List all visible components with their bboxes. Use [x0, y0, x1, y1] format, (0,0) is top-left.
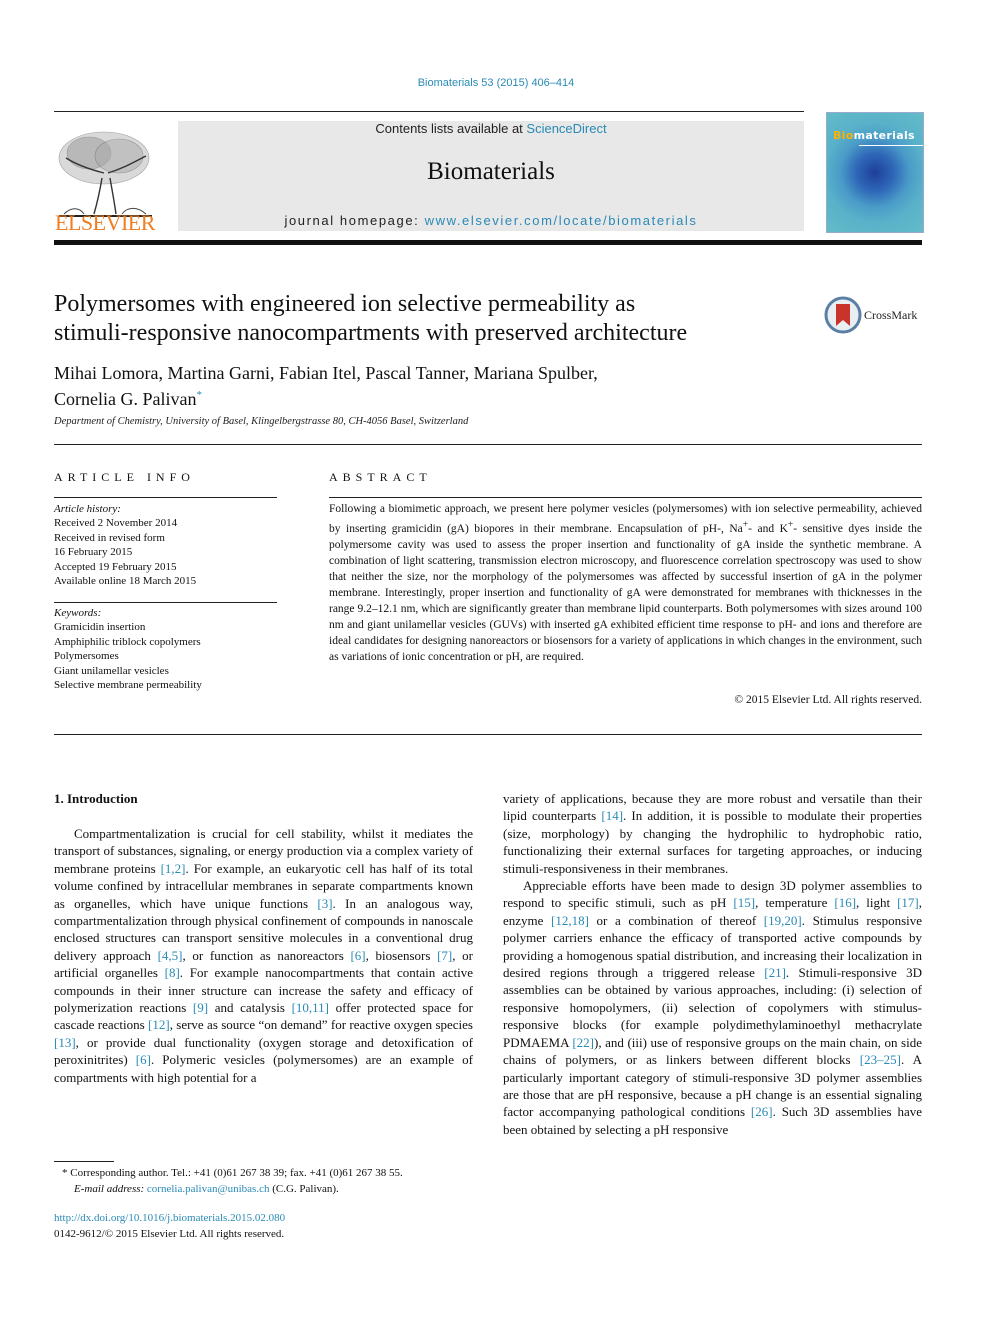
- issn-copyright: 0142-9612/© 2015 Elsevier Ltd. All right…: [54, 1228, 285, 1240]
- contents-line: Contents lists available at ScienceDirec…: [178, 121, 804, 136]
- history-item: 16 February 2015: [54, 546, 133, 559]
- contents-prefix: Contents lists available at: [375, 121, 527, 136]
- history-label: Article history:: [54, 503, 121, 515]
- citation-link[interactable]: [12,18]: [551, 913, 589, 928]
- corresponding-author-name: Cornelia G. Palivan: [54, 389, 197, 409]
- journal-citation-link[interactable]: Biomaterials 53 (2015) 406–414: [0, 77, 992, 89]
- doi-link[interactable]: http://dx.doi.org/10.1016/j.biomaterials…: [54, 1210, 484, 1226]
- masthead-banner: Contents lists available at ScienceDirec…: [178, 121, 804, 231]
- history-item: Available online 18 March 2015: [54, 575, 197, 588]
- crossmark-label: CrossMark: [864, 308, 918, 322]
- citation-link[interactable]: [16]: [834, 895, 856, 910]
- homepage-line: journal homepage: www.elsevier.com/locat…: [178, 213, 804, 228]
- abstract-part: - sensitive dyes inside the polymersome …: [329, 522, 922, 663]
- citation-link[interactable]: [26]: [751, 1104, 773, 1119]
- author-list: Mihai Lomora, Martina Garni, Fabian Itel…: [54, 362, 754, 410]
- citation-link[interactable]: [21]: [764, 965, 786, 980]
- authors-line-1: Mihai Lomora, Martina Garni, Fabian Itel…: [54, 363, 598, 383]
- article-title: Polymersomes with engineered ion selecti…: [54, 290, 814, 348]
- keywords-label: Keywords:: [54, 607, 102, 619]
- paragraph: Compartmentalization is crucial for cell…: [54, 825, 473, 1086]
- citation-link[interactable]: [22]: [572, 1035, 594, 1050]
- affiliation: Department of Chemistry, University of B…: [54, 416, 469, 427]
- paragraph: variety of applications, because they ar…: [503, 790, 922, 877]
- body-text: or a combination of thereof: [588, 912, 764, 928]
- keywords-list: Keywords: Gramicidin insertion Amphiphil…: [54, 606, 277, 692]
- citation-link[interactable]: [7]: [437, 948, 452, 963]
- history-item: Received 2 November 2014: [54, 517, 178, 530]
- article-info-rule: [54, 497, 277, 498]
- citation-link[interactable]: [14]: [601, 808, 623, 823]
- body-text: , or function as nanoreactors: [182, 947, 351, 963]
- citation-link[interactable]: [23‒25]: [860, 1052, 901, 1067]
- journal-homepage-link[interactable]: www.elsevier.com/locate/biomaterials: [425, 213, 698, 228]
- elsevier-wordmark: ELSEVIER: [55, 210, 155, 235]
- keyword: Amphiphilic triblock copolymers: [54, 635, 201, 648]
- keyword: Selective membrane permeability: [54, 679, 202, 692]
- citation-link[interactable]: [6]: [136, 1052, 151, 1067]
- citation-link[interactable]: [13]: [54, 1035, 76, 1050]
- keywords-rule: [54, 602, 277, 603]
- citation-link[interactable]: [12]: [148, 1017, 170, 1032]
- cover-rule: [859, 145, 923, 146]
- email-link[interactable]: cornelia.palivan@unibas.ch: [147, 1183, 270, 1195]
- masthead-thick-rule: [54, 240, 922, 245]
- citation-link[interactable]: [4,5]: [158, 948, 183, 963]
- title-line-2: stimuli-responsive nanocompartments with…: [54, 320, 688, 346]
- body-text: , biosensors: [365, 947, 438, 963]
- citation-link[interactable]: [1,2]: [161, 861, 186, 876]
- email-label: E-mail address:: [74, 1183, 147, 1195]
- citation-link[interactable]: [6]: [350, 948, 365, 963]
- abstract-heading: ABSTRACT: [329, 470, 432, 484]
- sciencedirect-link[interactable]: ScienceDirect: [526, 121, 606, 136]
- body-text: , temperature: [755, 895, 835, 911]
- crossmark-button[interactable]: CrossMark: [824, 296, 924, 336]
- citation-link[interactable]: [15]: [733, 895, 755, 910]
- journal-name: Biomaterials: [427, 158, 555, 185]
- footnote-rule: [54, 1161, 114, 1162]
- doi-block: http://dx.doi.org/10.1016/j.biomaterials…: [54, 1210, 484, 1242]
- corresponding-author-mark[interactable]: *: [196, 389, 202, 401]
- header-rule: [54, 111, 804, 112]
- citation-link[interactable]: [17]: [897, 895, 919, 910]
- abstract-rule: [329, 497, 922, 498]
- crossmark-icon: [824, 296, 862, 334]
- citation-link[interactable]: [9]: [193, 1000, 208, 1015]
- keyword: Polymersomes: [54, 650, 119, 663]
- title-line-1: Polymersomes with engineered ion selecti…: [54, 291, 636, 317]
- citation-link[interactable]: [19,20]: [764, 913, 802, 928]
- abstract-bottom-rule: [54, 734, 922, 735]
- citation-link[interactable]: [8]: [165, 965, 180, 980]
- history-item: Accepted 19 February 2015: [54, 560, 177, 573]
- abstract-part: - and K: [748, 522, 788, 535]
- corresponding-author-footnote: * Corresponding author. Tel.: +41 (0)61 …: [54, 1165, 484, 1197]
- citation-link[interactable]: [10,11]: [292, 1000, 329, 1015]
- section-heading-introduction: 1. Introduction: [54, 791, 138, 806]
- authors-line-2: Cornelia G. Palivan*: [54, 384, 754, 410]
- journal-cover-image: Biomaterials: [826, 112, 924, 233]
- article-history: Article history: Received 2 November 201…: [54, 502, 277, 588]
- abstract-copyright: © 2015 Elsevier Ltd. All rights reserved…: [734, 694, 922, 706]
- abstract-text: Following a biomimetic approach, we pres…: [329, 501, 922, 665]
- article-info-heading: ARTICLE INFO: [54, 470, 195, 484]
- homepage-prefix: journal homepage:: [284, 213, 425, 228]
- keyword: Gramicidin insertion: [54, 621, 146, 634]
- title-block-rule: [54, 444, 922, 445]
- cover-title-rest: materials: [853, 129, 915, 142]
- cover-title-accent: Bio: [833, 129, 854, 142]
- body-text: and catalysis: [208, 1000, 292, 1016]
- email-suffix: (C.G. Palivan).: [269, 1183, 339, 1195]
- cover-title: Biomaterials: [833, 129, 915, 142]
- body-column-left: Compartmentalization is crucial for cell…: [54, 825, 473, 1086]
- body-column-right: variety of applications, because they ar…: [503, 790, 922, 1138]
- history-item: Received in revised form: [54, 531, 165, 544]
- body-text: , serve as source “on demand” for reacti…: [169, 1017, 473, 1033]
- footnote-contact: Corresponding author. Tel.: +41 (0)61 26…: [67, 1167, 403, 1179]
- paragraph: Appreciable efforts have been made to de…: [503, 877, 922, 1138]
- body-text: , light: [856, 895, 898, 911]
- citation-link[interactable]: [3]: [317, 896, 332, 911]
- keyword: Giant unilamellar vesicles: [54, 664, 169, 677]
